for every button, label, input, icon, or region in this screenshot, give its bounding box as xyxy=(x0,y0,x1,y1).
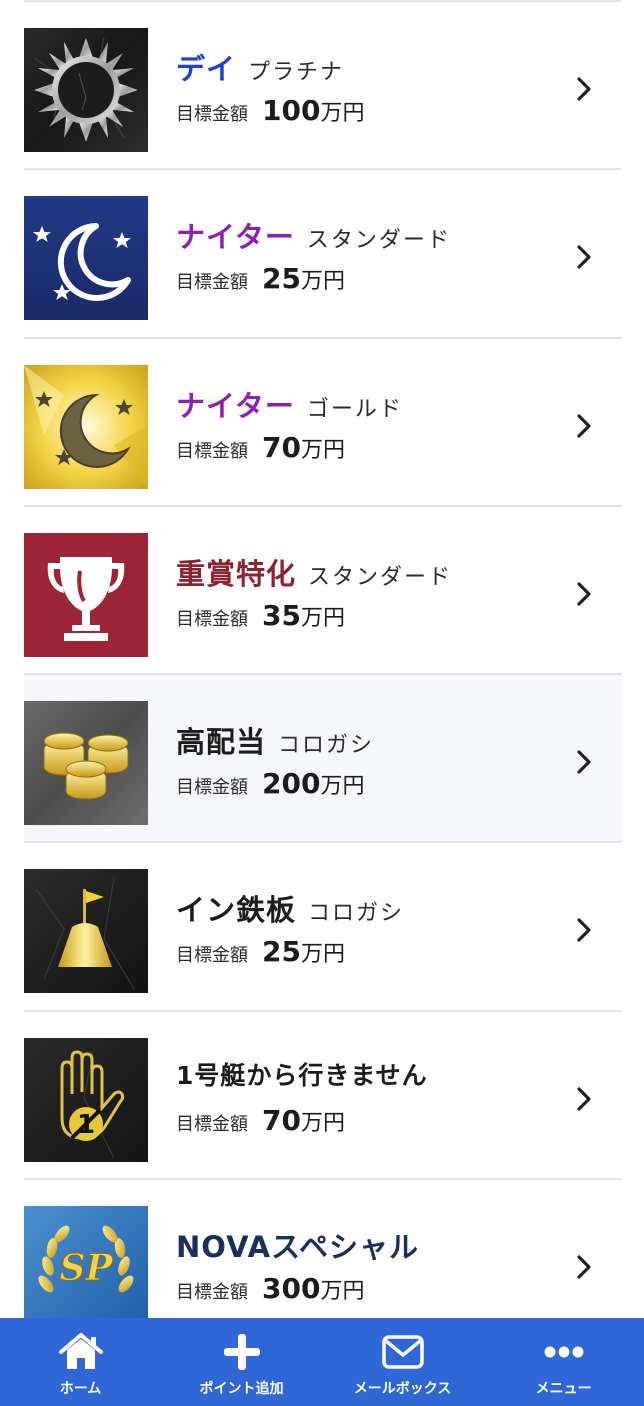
plan-row-day-platinum[interactable]: デイ プラチナ 目標金額 100 万円 xyxy=(24,0,622,168)
coins-icon xyxy=(24,701,148,825)
target-amount: 200 xyxy=(262,767,321,800)
target-amount: 35 xyxy=(262,599,301,632)
chevron-right-icon xyxy=(576,1086,592,1112)
plan-row-kohaito-korogashi[interactable]: 高配当 コロガシ 目標金額 200 万円 xyxy=(24,673,622,841)
plan-tier: スタンダード xyxy=(308,565,453,590)
plan-row-nova-special[interactable]: SP NOVAスペシャル 目標金額 300 万円 xyxy=(24,1178,622,1318)
target-unit: 万円 xyxy=(300,606,345,631)
chevron-right-icon xyxy=(576,413,592,439)
plan-tier: コロガシ xyxy=(308,901,405,926)
target-unit: 万円 xyxy=(320,774,365,799)
more-dots-icon xyxy=(540,1332,588,1372)
plan-tier: プラチナ xyxy=(248,60,345,85)
chevron-right-icon xyxy=(576,749,592,775)
target-unit: 万円 xyxy=(300,269,345,294)
plan-tier: スタンダード xyxy=(306,228,451,253)
target-amount: 300 xyxy=(262,1272,321,1305)
chevron-right-icon xyxy=(576,76,592,102)
target-label: 目標金額 xyxy=(176,272,248,293)
plan-tier: ゴールド xyxy=(306,397,403,422)
target-unit: 万円 xyxy=(300,1111,345,1136)
plan-name: ナイター xyxy=(176,220,295,254)
target-unit: 万円 xyxy=(300,942,345,967)
gold-moon-stars-icon xyxy=(24,365,148,489)
sun-icon xyxy=(24,28,148,152)
target-label: 目標金額 xyxy=(176,1282,248,1303)
plus-icon xyxy=(218,1332,266,1372)
hand-no-one-icon: 1 xyxy=(24,1038,148,1162)
plan-row-no-boat-one[interactable]: 1 1号艇から行きません 目標金額 70 万円 xyxy=(24,1010,622,1178)
chevron-right-icon xyxy=(576,1254,592,1280)
home-icon xyxy=(57,1332,105,1372)
svg-text:SP: SP xyxy=(59,1247,113,1289)
target-unit: 万円 xyxy=(320,101,365,126)
plan-row-in-teppan-korogashi[interactable]: イン鉄板 コロガシ 目標金額 25 万円 xyxy=(24,841,622,1009)
tab-mailbox[interactable]: メールボックス xyxy=(322,1318,483,1406)
tab-mailbox-label: メールボックス xyxy=(353,1381,452,1397)
target-label: 目標金額 xyxy=(176,1114,248,1135)
target-label: 目標金額 xyxy=(176,441,248,462)
target-amount: 25 xyxy=(262,935,301,968)
plan-name: デイ xyxy=(176,52,237,86)
mail-icon xyxy=(379,1332,427,1372)
target-amount: 70 xyxy=(262,431,301,464)
chevron-right-icon xyxy=(576,244,592,270)
plan-name: NOVAスペシャル xyxy=(176,1230,420,1264)
target-unit: 万円 xyxy=(300,438,345,463)
plan-row-nighter-standard[interactable]: ナイター スタンダード 目標金額 25 万円 xyxy=(24,168,622,336)
tab-menu[interactable]: メニュー xyxy=(483,1318,644,1406)
chevron-right-icon xyxy=(576,917,592,943)
sp-laurel-icon: SP xyxy=(24,1206,148,1318)
target-label: 目標金額 xyxy=(176,945,248,966)
tab-add-points-label: ポイント追加 xyxy=(199,1381,284,1397)
plan-list: デイ プラチナ 目標金額 100 万円 ナイター スタンダード 目標金額 25 … xyxy=(24,0,622,1318)
plan-name: 1号艇から行きません xyxy=(176,1061,428,1090)
plan-tier: コロガシ xyxy=(278,733,375,758)
trophy-icon xyxy=(24,533,148,657)
tab-add-points[interactable]: ポイント追加 xyxy=(161,1318,322,1406)
moon-stars-icon xyxy=(24,196,148,320)
target-label: 目標金額 xyxy=(176,104,248,125)
target-label: 目標金額 xyxy=(176,777,248,798)
tab-menu-label: メニュー xyxy=(535,1381,592,1397)
target-label: 目標金額 xyxy=(176,609,248,630)
plan-row-jusho-standard[interactable]: 重賞特化 スタンダード 目標金額 35 万円 xyxy=(24,505,622,673)
tab-home[interactable]: ホーム xyxy=(0,1318,161,1406)
target-amount: 25 xyxy=(262,262,301,295)
tab-home-label: ホーム xyxy=(59,1381,102,1397)
target-amount: 100 xyxy=(262,94,321,127)
plan-name: 重賞特化 xyxy=(176,557,297,591)
plan-name: 高配当 xyxy=(176,725,267,759)
bottom-tab-bar: ホーム ポイント追加 メールボックス メニュー xyxy=(0,1318,644,1406)
plan-name: イン鉄板 xyxy=(176,893,297,927)
target-unit: 万円 xyxy=(320,1279,365,1304)
plan-row-nighter-gold[interactable]: ナイター ゴールド 目標金額 70 万円 xyxy=(24,337,622,505)
chevron-right-icon xyxy=(576,581,592,607)
plan-name: ナイター xyxy=(176,389,295,423)
target-amount: 70 xyxy=(262,1104,301,1137)
flag-bell-icon xyxy=(24,869,148,993)
